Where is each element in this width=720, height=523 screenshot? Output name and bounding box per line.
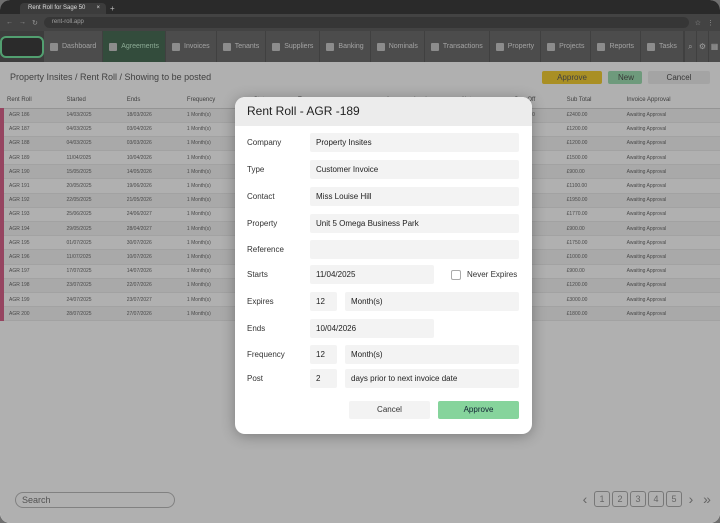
dialog-title: Rent Roll - AGR -189 bbox=[235, 97, 532, 126]
ends-row: Ends 10/04/2026 bbox=[235, 319, 532, 338]
never-expires-checkbox[interactable] bbox=[451, 269, 461, 280]
starts-label: Starts bbox=[247, 270, 268, 279]
company-row: Company Property Insites bbox=[235, 133, 532, 152]
expires-number-field[interactable]: 12 bbox=[310, 292, 337, 311]
dialog-cancel-button[interactable]: Cancel bbox=[349, 401, 430, 419]
starts-date-field[interactable]: 11/04/2025 bbox=[310, 265, 434, 284]
ends-date-field[interactable]: 10/04/2026 bbox=[310, 319, 434, 338]
starts-row: Starts 11/04/2025 Never Expires bbox=[235, 265, 532, 284]
tab-strip: Rent Roll for Sage 50 × + bbox=[0, 0, 720, 14]
company-label: Company bbox=[247, 138, 282, 147]
type-row: Type Customer Invoice bbox=[235, 160, 532, 179]
post-label: Post bbox=[247, 374, 264, 383]
property-field[interactable]: Unit 5 Omega Business Park bbox=[310, 214, 519, 233]
frequency-label: Frequency bbox=[247, 350, 285, 359]
contact-label: Contact bbox=[247, 192, 275, 201]
dialog-approve-button[interactable]: Approve bbox=[438, 401, 519, 419]
type-field[interactable]: Customer Invoice bbox=[310, 160, 519, 179]
reference-label: Reference bbox=[247, 245, 284, 254]
close-icon[interactable]: × bbox=[96, 3, 100, 14]
post-days-field[interactable]: 2 bbox=[310, 369, 337, 388]
property-row: Property Unit 5 Omega Business Park bbox=[235, 214, 532, 233]
property-label: Property bbox=[247, 219, 278, 228]
contact-field[interactable]: Miss Louise Hill bbox=[310, 187, 519, 206]
reference-row: Reference bbox=[235, 240, 532, 259]
browser-window: Rent Roll for Sage 50 × + ← → ↻ rent-rol… bbox=[0, 0, 720, 523]
never-expires-label: Never Expires bbox=[467, 270, 518, 279]
post-row: Post 2 days prior to next invoice date bbox=[235, 369, 532, 388]
expires-unit-select[interactable]: Month(s) bbox=[345, 292, 519, 311]
reference-field[interactable] bbox=[310, 240, 519, 259]
never-expires-toggle[interactable]: Never Expires bbox=[451, 265, 517, 284]
frequency-unit-select[interactable]: Month(s) bbox=[345, 345, 519, 364]
frequency-row: Frequency 12 Month(s) bbox=[235, 345, 532, 364]
browser-tab[interactable]: Rent Roll for Sage 50 × bbox=[20, 3, 106, 14]
browser-tab-title: Rent Roll for Sage 50 bbox=[28, 5, 86, 11]
expires-label: Expires bbox=[247, 297, 274, 306]
contact-row: Contact Miss Louise Hill bbox=[235, 187, 532, 206]
company-field[interactable]: Property Insites bbox=[310, 133, 519, 152]
new-tab-button[interactable]: + bbox=[110, 3, 115, 14]
expires-row: Expires 12 Month(s) bbox=[235, 292, 532, 311]
rent-roll-dialog: Rent Roll - AGR -189 Company Property In… bbox=[235, 97, 532, 434]
ends-label: Ends bbox=[247, 324, 266, 333]
frequency-number-field[interactable]: 12 bbox=[310, 345, 337, 364]
type-label: Type bbox=[247, 165, 265, 174]
post-days-description: days prior to next invoice date bbox=[345, 369, 519, 388]
